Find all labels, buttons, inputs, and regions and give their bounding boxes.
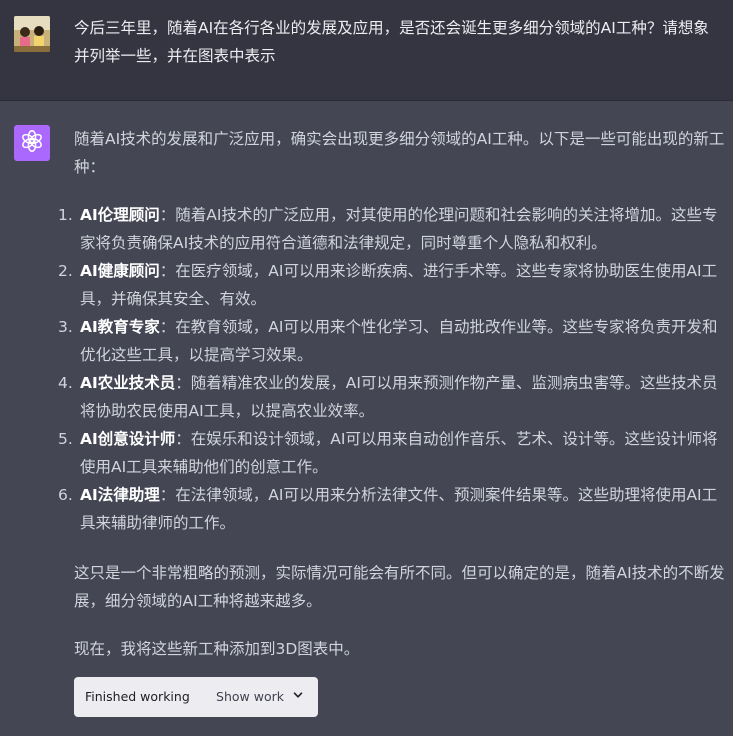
list-item: 5. AI创意设计师：在娱乐和设计领域，AI可以用来自动创作音乐、艺术、设计等。这…	[58, 425, 730, 481]
job-title: AI创意设计师	[80, 430, 176, 448]
user-message: 今后三年里，随着AI在各行各业的发展及应用，是否还会诞生更多细分领域的AI工种？…	[0, 0, 733, 101]
openai-logo-icon	[20, 129, 44, 157]
job-title: AI伦理顾问	[80, 206, 160, 224]
job-description: ：在医疗领域，AI可以用来诊断疾病、进行手术等。这些专家将协助医生使用AI工具，…	[80, 262, 718, 308]
job-description: ：在教育领域，AI可以用来个性化学习、自动批改作业等。这些专家将负责开发和优化这…	[80, 318, 718, 364]
assistant-intro: 随着AI技术的发展和广泛应用，确实会出现更多细分领域的AI工种。以下是一些可能出…	[74, 130, 725, 176]
assistant-message: 随着AI技术的发展和广泛应用，确实会出现更多细分领域的AI工种。以下是一些可能出…	[58, 125, 730, 717]
list-item: 3. AI教育专家：在教育领域，AI可以用来个性化学习、自动批改作业等。这些专家将…	[58, 313, 730, 369]
user-avatar	[14, 16, 50, 52]
list-item: 6. AI法律助理：在法律领域，AI可以用来分析法律文件、预测案件结果等。这些助理…	[58, 481, 730, 537]
job-description: ：在娱乐和设计领域，AI可以用来自动创作音乐、艺术、设计等。这些设计师将使用AI…	[80, 430, 718, 476]
list-number: 2.	[58, 262, 73, 280]
job-description: ：随着精准农业的发展，AI可以用来预测作物产量、监测病虫害等。这些技术员将协助农…	[80, 374, 718, 420]
show-work-button[interactable]: Show work	[216, 688, 304, 706]
tool-status-text: Finished working	[85, 689, 190, 704]
list-number: 3.	[58, 318, 73, 336]
job-title: AI健康顾问	[80, 262, 160, 280]
user-message-text: 今后三年里，随着AI在各行各业的发展及应用，是否还会诞生更多细分领域的AI工种？…	[74, 19, 709, 65]
tool-status-box: Finished working Show work	[74, 677, 318, 717]
assistant-conclusion: 这只是一个非常粗略的预测，实际情况可能会有所不同。但可以确定的是，随着AI技术的…	[74, 564, 725, 610]
list-number: 1.	[58, 206, 73, 224]
list-item: 1. AI伦理顾问：随着AI技术的广泛应用，对其使用的伦理问题和社会影响的关注将增…	[58, 201, 730, 257]
job-list: 1. AI伦理顾问：随着AI技术的广泛应用，对其使用的伦理问题和社会影响的关注将增…	[58, 201, 730, 537]
list-number: 6.	[58, 486, 73, 504]
assistant-next-step: 现在，我将这些新工种添加到3D图表中。	[74, 640, 360, 658]
list-number: 5.	[58, 430, 73, 448]
chevron-down-icon	[292, 688, 304, 706]
show-work-label: Show work	[216, 689, 284, 704]
list-item: 4. AI农业技术员：随着精准农业的发展，AI可以用来预测作物产量、监测病虫害等。…	[58, 369, 730, 425]
job-description: ：在法律领域，AI可以用来分析法律文件、预测案件结果等。这些助理将使用AI工具来…	[80, 486, 718, 532]
job-title: AI法律助理	[80, 486, 160, 504]
job-description: ：随着AI技术的广泛应用，对其使用的伦理问题和社会影响的关注将增加。这些专家将负…	[80, 206, 718, 252]
job-title: AI教育专家	[80, 318, 160, 336]
list-number: 4.	[58, 374, 73, 392]
assistant-avatar	[14, 125, 50, 161]
list-item: 2. AI健康顾问：在医疗领域，AI可以用来诊断疾病、进行手术等。这些专家将协助医…	[58, 257, 730, 313]
job-title: AI农业技术员	[80, 374, 176, 392]
